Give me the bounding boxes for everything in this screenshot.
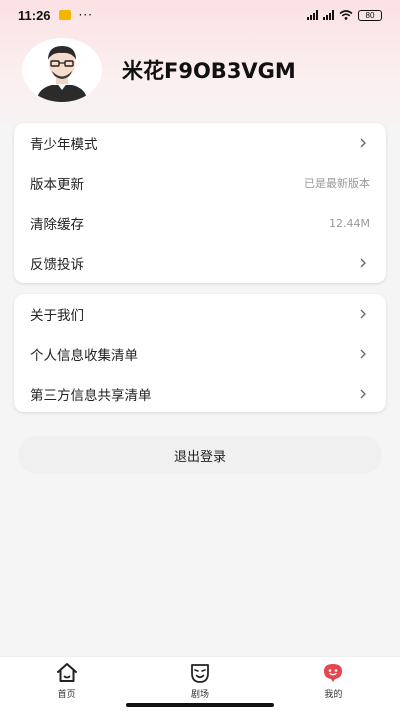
battery-icon: 80 — [358, 9, 382, 21]
tab-label: 剧场 — [190, 690, 209, 700]
version-status: 已是最新版本 — [304, 177, 370, 190]
profile-header[interactable]: 米花F9OB3VGM — [22, 38, 296, 102]
username: 米花F9OB3VGM — [122, 59, 296, 83]
row-feedback[interactable]: 反馈投诉 — [14, 243, 386, 283]
settings-card-info: 关于我们 个人信息收集清单 第三方信息共享清单 — [14, 294, 386, 412]
row-about-us[interactable]: 关于我们 — [14, 294, 386, 334]
settings-card-primary: 青少年模式 版本更新 已是最新版本 清除缓存 12.44M 反馈投诉 — [14, 123, 386, 283]
row-label: 清除缓存 — [30, 217, 84, 233]
tab-label: 我的 — [324, 690, 343, 700]
row-label: 反馈投诉 — [30, 257, 84, 273]
notification-icon — [58, 10, 71, 20]
row-clear-cache[interactable]: 清除缓存 12.44M — [14, 203, 386, 243]
row-label: 第三方信息共享清单 — [30, 388, 152, 404]
theater-mask-icon — [191, 664, 209, 683]
status-bar: 11:26 ··· 80 — [0, 0, 400, 30]
row-label: 个人信息收集清单 — [30, 348, 138, 364]
avatar-illustration-icon — [36, 46, 88, 102]
tab-label: 首页 — [57, 690, 76, 700]
row-version-update[interactable]: 版本更新 已是最新版本 — [14, 163, 386, 203]
profile-face-icon — [324, 664, 343, 682]
row-label: 青少年模式 — [30, 137, 98, 153]
home-indicator — [126, 703, 274, 707]
cellular-signal-icon — [307, 10, 318, 20]
tab-home[interactable]: 首页 — [0, 657, 133, 711]
chevron-right-icon — [360, 138, 366, 148]
row-personal-info-list[interactable]: 个人信息收集清单 — [14, 334, 386, 374]
row-teen-mode[interactable]: 青少年模式 — [14, 123, 386, 163]
chevron-right-icon — [360, 389, 366, 399]
cellular-signal-hd-icon — [323, 10, 334, 20]
tab-mine[interactable]: 我的 — [267, 657, 400, 711]
row-label: 版本更新 — [30, 177, 84, 193]
status-time: 11:26 — [18, 7, 51, 23]
more-notifications-icon: ··· — [78, 8, 93, 22]
avatar[interactable] — [22, 38, 102, 102]
chevron-right-icon — [360, 309, 366, 319]
cache-size: 12.44M — [329, 216, 370, 230]
row-third-party-sharing-list[interactable]: 第三方信息共享清单 — [14, 374, 386, 414]
logout-button[interactable]: 退出登录 — [18, 436, 382, 474]
chevron-right-icon — [360, 349, 366, 359]
chevron-right-icon — [360, 258, 366, 268]
wifi-icon — [339, 10, 353, 20]
row-label: 关于我们 — [30, 308, 84, 324]
home-icon — [56, 663, 77, 682]
